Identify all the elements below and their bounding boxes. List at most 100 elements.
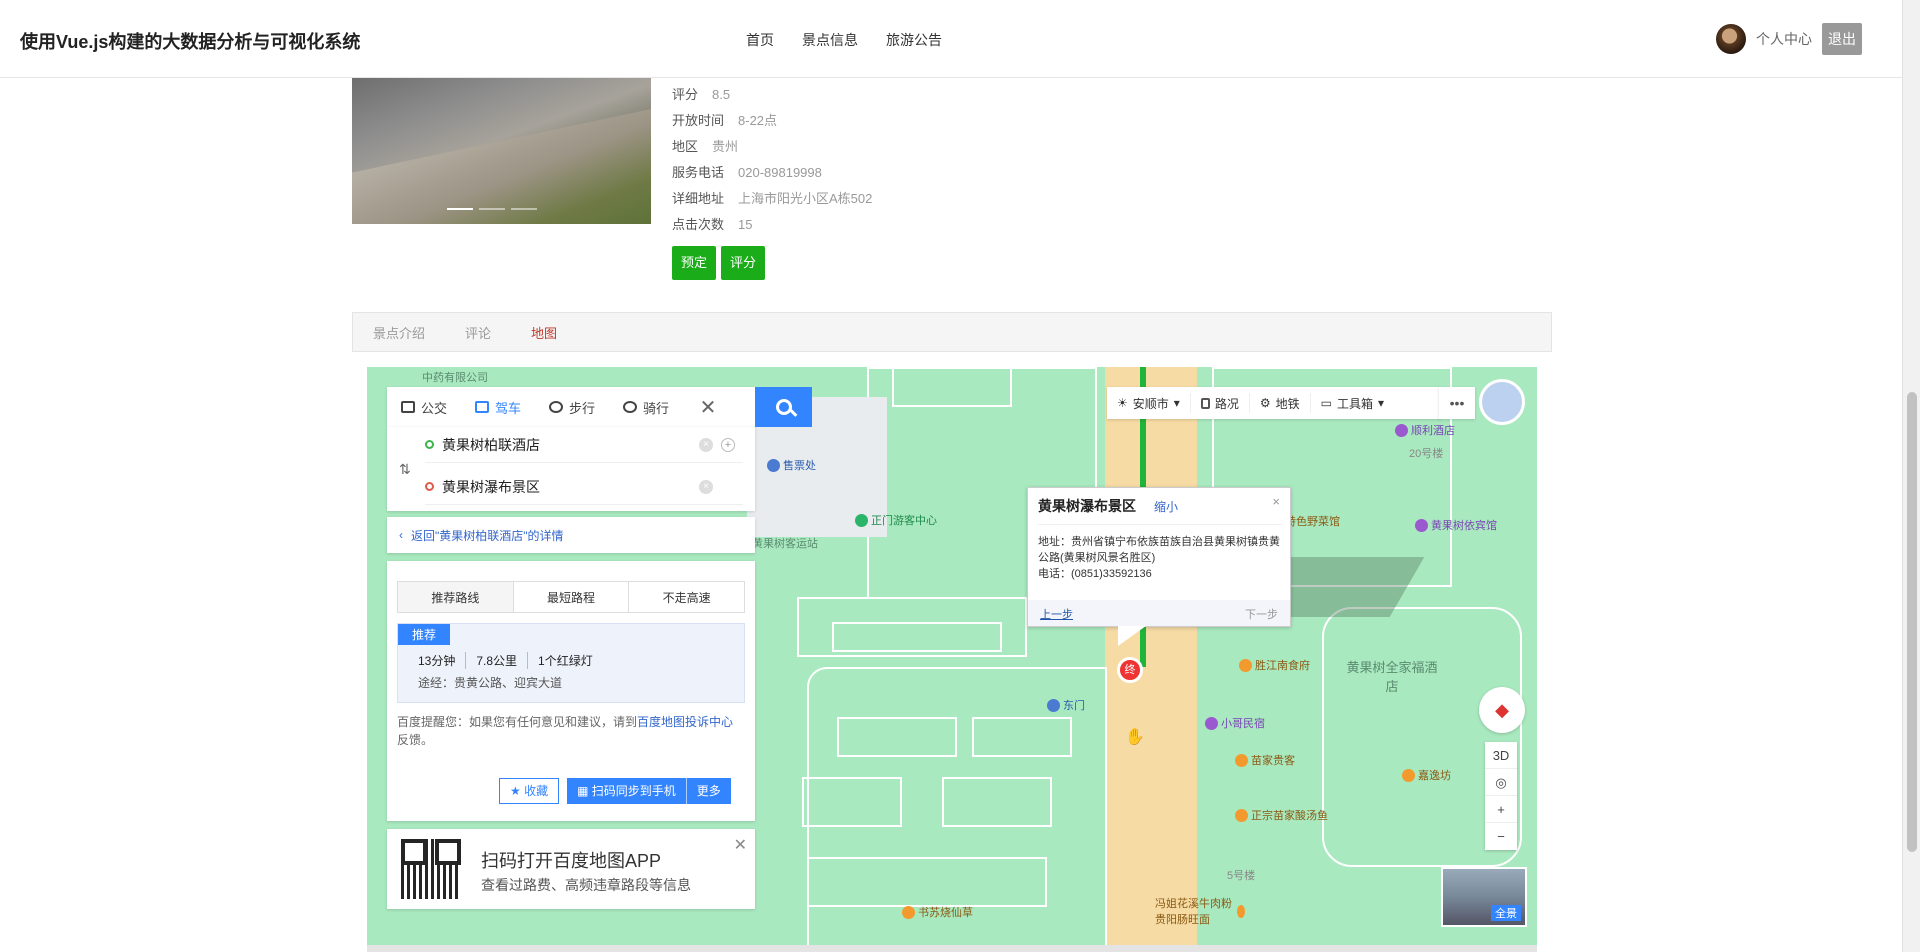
plan-tab-shortest[interactable]: 最短路程: [513, 582, 630, 612]
main-road: [1105, 367, 1197, 952]
rate-button[interactable]: 评分: [721, 246, 766, 280]
user-avatar[interactable]: [1716, 24, 1746, 54]
poi-marker[interactable]: 东门: [1047, 697, 1085, 713]
route-search-button[interactable]: [755, 387, 812, 427]
nav-announcements[interactable]: 旅游公告: [886, 30, 942, 50]
plan-tab-no-highway[interactable]: 不走高速: [629, 582, 745, 612]
next-step-link[interactable]: 下一步: [1245, 606, 1278, 622]
route-summary: 13分钟 7.8公里 1个红绿灯: [418, 652, 593, 669]
poi-pin-icon: [1235, 753, 1248, 767]
top-navbar: 使用Vue.js构建的大数据分析与可视化系统 首页 景点信息 旅游公告 个人中心…: [0, 0, 1902, 78]
scrollbar-thumb[interactable]: [1907, 392, 1917, 852]
attraction-actions: 预定 评分: [672, 246, 766, 280]
close-icon[interactable]: ✕: [734, 835, 747, 855]
favorite-button[interactable]: ★ 收藏: [499, 778, 560, 804]
parking-lot: [802, 777, 902, 827]
attraction-photo-carousel[interactable]: [352, 78, 651, 224]
poi-marker[interactable]: 中药有限公司: [422, 369, 488, 385]
swap-icon[interactable]: ⇅: [399, 461, 411, 478]
poi-marker[interactable]: 特色野菜馆: [1285, 513, 1340, 529]
poi-marker[interactable]: 正宗苗家酸汤鱼: [1235, 807, 1328, 823]
route-actions: ★ 收藏 ▦ 扫码同步到手机 更多: [499, 778, 731, 804]
poi-marker[interactable]: 嘉逸坊: [1402, 767, 1451, 783]
user-center-link[interactable]: 个人中心: [1756, 29, 1812, 49]
site-brand[interactable]: 使用Vue.js构建的大数据分析与可视化系统: [20, 28, 360, 54]
map-toolbar: ☀ 安顺市 ▾ 路况 ⚙ 地铁 ▭ 工具箱 ▾: [1107, 387, 1441, 419]
travel-mode-bar: 公交 驾车 步行 骑行 ✕: [387, 387, 755, 427]
qr-title: 扫码打开百度地图APP: [481, 851, 662, 871]
more-button[interactable]: 更多: [685, 778, 721, 804]
logout-button[interactable]: 退出: [1822, 23, 1862, 55]
nav-home[interactable]: 首页: [746, 30, 774, 50]
poi-marker[interactable]: 5号楼: [1227, 867, 1255, 883]
carousel-dot[interactable]: [447, 208, 473, 210]
clear-icon[interactable]: ×: [699, 479, 713, 494]
city-selector[interactable]: ☀ 安顺市 ▾: [1107, 393, 1191, 413]
attraction-info: 评分 8.5 开放时间 8-22点 地区 贵州 服务电话 020-89819998 详细…: [672, 82, 872, 238]
popup-footer: 上一步 下一步: [1028, 600, 1290, 626]
route-plan-card[interactable]: 推荐 13分钟 7.8公里 1个红绿灯 途经：贵黄公路、迎宾大道: [397, 623, 745, 703]
zoom-out-button[interactable]: −: [1485, 823, 1517, 850]
chevron-left-icon: ‹: [399, 528, 403, 542]
carousel-dot[interactable]: [511, 208, 537, 210]
tab-comments[interactable]: 评论: [465, 323, 491, 342]
toolbox-button[interactable]: ▭ 工具箱 ▾: [1311, 393, 1394, 413]
add-waypoint-icon[interactable]: +: [721, 437, 735, 452]
complaint-center-link[interactable]: 百度地图投诉中心: [637, 715, 733, 729]
page-scrollbar[interactable]: [1902, 0, 1920, 952]
location-info-popup: 黄果树瀑布景区 缩小 × 地址：贵州省镇宁布依族苗族自治县黄果树镇贵黄公路(黄果…: [1027, 487, 1291, 646]
subway-button[interactable]: ⚙ 地铁: [1250, 393, 1311, 413]
start-input[interactable]: 黄果树柏联酒店 × +: [425, 427, 743, 463]
sync-to-phone-button[interactable]: ▦ 扫码同步到手机 更多: [567, 778, 731, 804]
poi-marker[interactable]: 苗家贵客: [1235, 752, 1295, 768]
mode-walk[interactable]: 步行: [535, 387, 609, 427]
poi-marker[interactable]: 小哥民宿: [1205, 715, 1265, 731]
close-route-icon[interactable]: ✕: [693, 395, 723, 420]
message-icon[interactable]: •••: [1439, 387, 1475, 419]
poi-marker[interactable]: 顺利酒店: [1395, 422, 1455, 438]
plan-tab-recommended[interactable]: 推荐路线: [398, 582, 514, 612]
chevron-down-icon: ▾: [1173, 396, 1180, 410]
tab-intro[interactable]: 景点介绍: [373, 323, 425, 342]
panorama-thumbnail[interactable]: 全景: [1441, 867, 1527, 927]
poi-pin-icon: [1402, 768, 1415, 782]
info-row-region: 地区 贵州: [672, 139, 739, 154]
poi-pin-icon: [1047, 698, 1060, 712]
3d-button[interactable]: 3D: [1485, 742, 1517, 769]
tab-map[interactable]: 地图: [531, 323, 557, 342]
compass-icon[interactable]: ◆: [1479, 687, 1525, 733]
popup-zoom-link[interactable]: 缩小: [1154, 498, 1178, 515]
destination-pin-icon[interactable]: 终: [1117, 657, 1143, 683]
poi-marker[interactable]: 黄果树客运站: [752, 535, 818, 551]
info-row-hours: 开放时间 8-22点: [672, 113, 778, 128]
poi-marker[interactable]: 20号楼: [1409, 445, 1443, 461]
parking-lot: [832, 622, 1002, 652]
carousel-dot[interactable]: [479, 208, 505, 210]
book-button[interactable]: 预定: [672, 246, 717, 280]
poi-marker[interactable]: 胜江南食府: [1239, 657, 1310, 673]
end-input[interactable]: 黄果树瀑布景区 ×: [425, 469, 743, 505]
mode-bus[interactable]: 公交: [387, 387, 461, 427]
poi-marker[interactable]: 黄果树依宾馆: [1415, 517, 1497, 533]
poi-pin-icon: [1235, 808, 1248, 822]
poi-marker[interactable]: 售票处: [767, 457, 816, 473]
traffic-button[interactable]: 路况: [1191, 393, 1250, 413]
poi-marker[interactable]: 正门游客中心: [855, 512, 937, 528]
mode-drive[interactable]: 驾车: [461, 387, 535, 427]
back-to-detail-link[interactable]: ‹ 返回"黄果树柏联酒店"的详情: [387, 517, 755, 553]
qr-subtitle: 查看过路费、高频违章路段等信息: [481, 877, 691, 893]
prev-step-link[interactable]: 上一步: [1040, 606, 1073, 622]
map-user-avatar[interactable]: [1479, 379, 1525, 425]
locate-icon[interactable]: ◎: [1485, 769, 1517, 796]
clear-icon[interactable]: ×: [699, 437, 713, 452]
zoom-in-button[interactable]: +: [1485, 796, 1517, 823]
popup-close-icon[interactable]: ×: [1272, 494, 1280, 509]
detail-tabs: 景点介绍 评论 地图: [352, 312, 1552, 352]
parking-lot: [942, 777, 1052, 827]
poi-pin-icon: [767, 458, 780, 472]
baidu-map[interactable]: 售票处 正门游客中心 黄果树客运站 东门 顺利酒店 20号楼 特色野菜馆 黄果树…: [367, 367, 1537, 952]
mode-bike[interactable]: 骑行: [609, 387, 683, 427]
nav-attractions[interactable]: 景点信息: [802, 30, 858, 50]
poi-marker[interactable]: 冯姐花溪牛肉粉贵阳肠旺面: [1155, 895, 1245, 927]
poi-marker[interactable]: 书苏烧仙草: [902, 904, 973, 920]
